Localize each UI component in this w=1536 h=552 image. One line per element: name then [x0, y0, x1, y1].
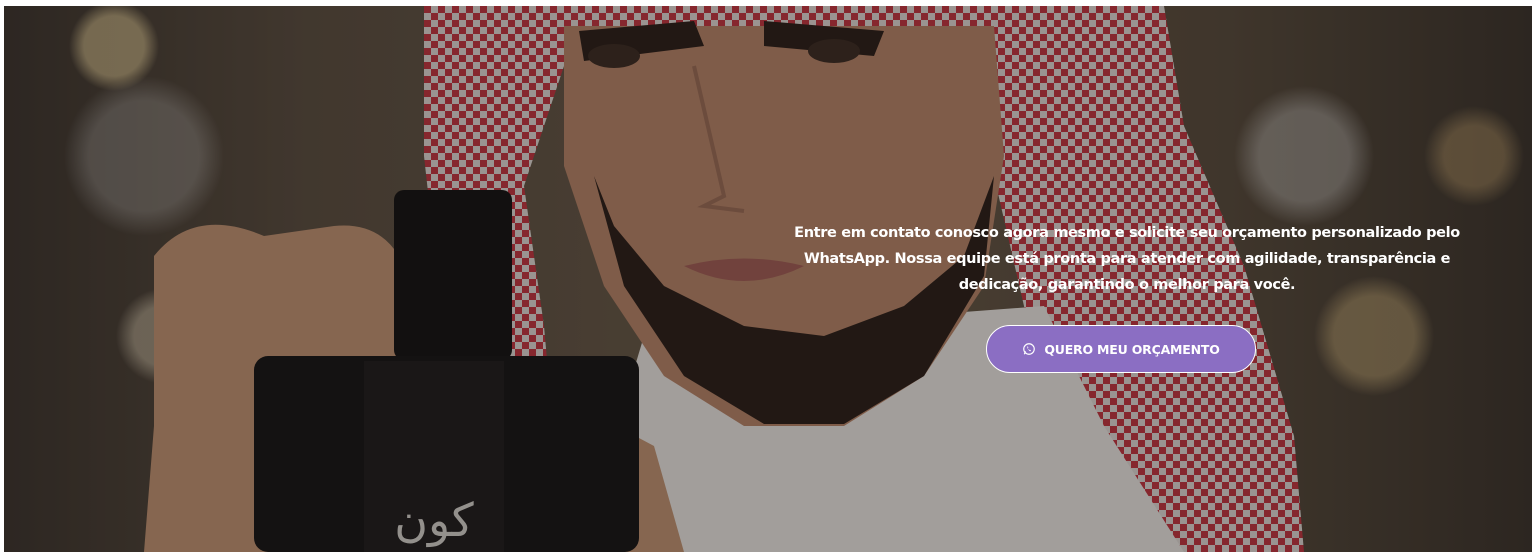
hero-description: Entre em contato conosco agora mesmo e s…: [794, 225, 1460, 293]
request-quote-label: QUERO MEU ORÇAMENTO: [1044, 341, 1220, 357]
hero-content: Entre em contato conosco agora mesmo e s…: [772, 220, 1482, 298]
request-quote-button[interactable]: QUERO MEU ORÇAMENTO: [986, 325, 1256, 373]
whatsapp-icon: [1022, 342, 1036, 356]
